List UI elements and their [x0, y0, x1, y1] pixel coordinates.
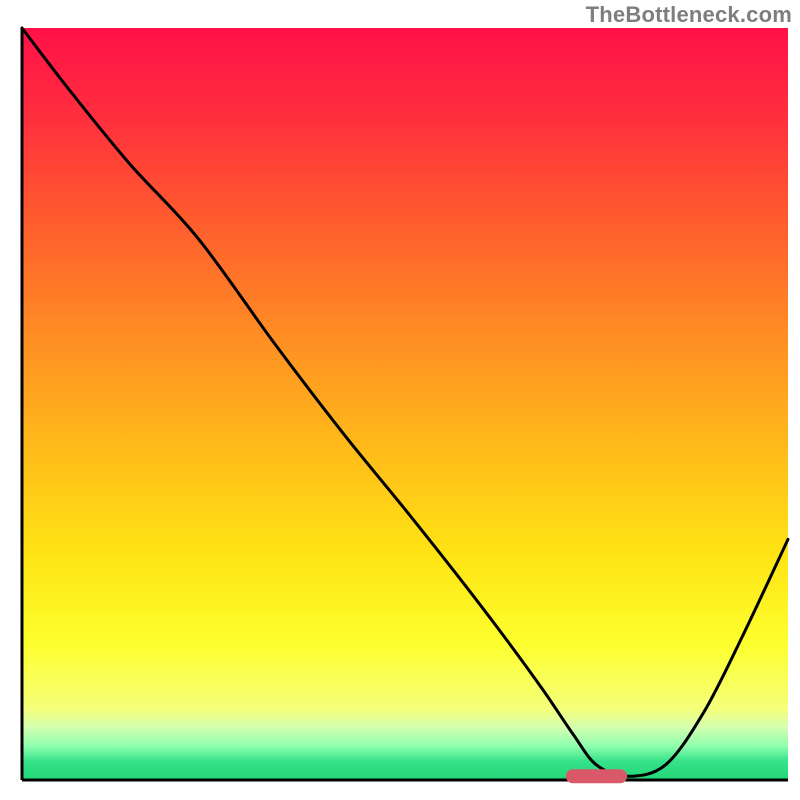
watermark-label: TheBottleneck.com: [586, 2, 792, 28]
heatmap-background: [22, 28, 788, 780]
chart-container: TheBottleneck.com: [0, 0, 800, 800]
optimal-range-marker: [566, 769, 627, 783]
bottleneck-chart: [0, 0, 800, 800]
